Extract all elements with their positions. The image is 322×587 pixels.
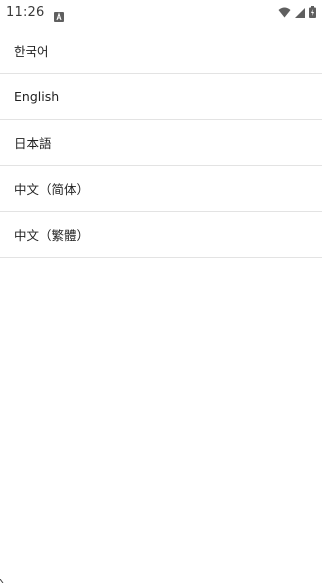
language-item-japanese[interactable]: 日本語: [0, 120, 322, 166]
language-item-korean[interactable]: 한국어: [0, 28, 322, 74]
corner-decoration-icon: [0, 568, 4, 584]
status-time: 11:26: [6, 4, 45, 20]
keyboard-a-icon: [54, 7, 65, 22]
battery-charging-icon: [309, 3, 316, 22]
language-list: 한국어 English 日本語 中文（简体） 中文（繁體）: [0, 28, 322, 258]
cell-signal-icon: [295, 3, 305, 22]
language-label: English: [14, 89, 60, 104]
language-label: 中文（繁體）: [14, 228, 90, 243]
language-label: 中文（简体）: [14, 182, 90, 197]
language-item-chinese-traditional[interactable]: 中文（繁體）: [0, 212, 322, 258]
language-label: 日本語: [14, 136, 52, 151]
language-label: 한국어: [14, 44, 49, 59]
language-item-english[interactable]: English: [0, 74, 322, 120]
language-item-chinese-simplified[interactable]: 中文（简体）: [0, 166, 322, 212]
wifi-icon: [278, 3, 291, 22]
status-icons: [278, 0, 316, 24]
status-bar: 11:26: [0, 0, 322, 24]
